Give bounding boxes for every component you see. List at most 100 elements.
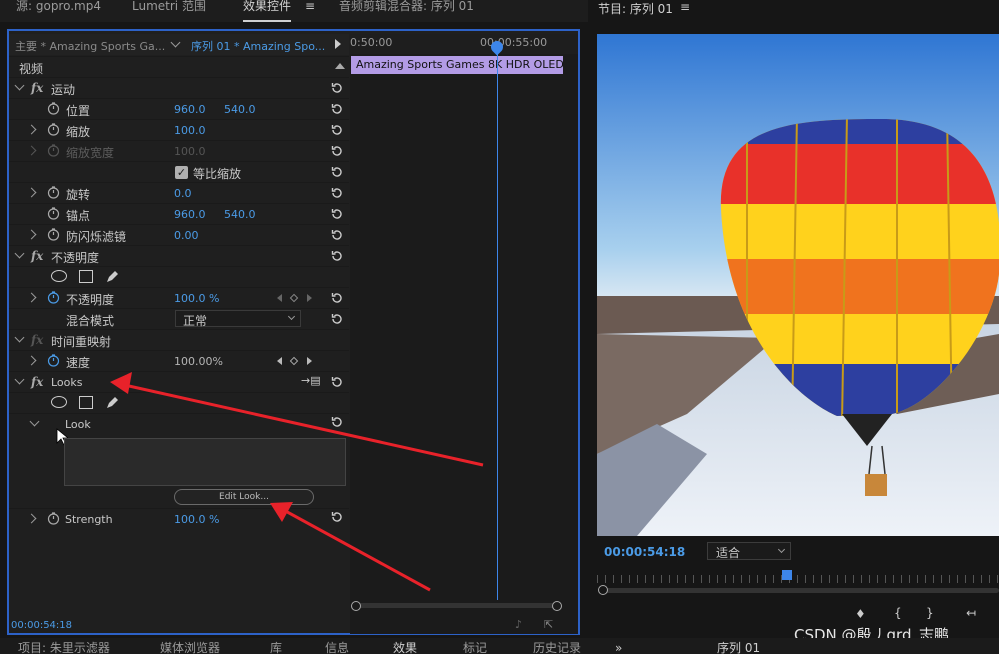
audio-icon[interactable]: ♪	[515, 618, 522, 631]
prev-keyframe-icon[interactable]	[277, 357, 282, 365]
reset-icon[interactable]	[330, 82, 342, 94]
chevron-down-icon[interactable]	[29, 416, 40, 427]
mark-in-icon[interactable]: {	[894, 606, 902, 620]
reset-icon[interactable]	[330, 292, 342, 304]
more-tabs-icon[interactable]: »	[615, 642, 622, 654]
tab-audio-clip-mixer[interactable]: 音频剪辑混合器: 序列 01	[339, 0, 474, 22]
stopwatch-icon[interactable]	[47, 102, 60, 115]
zoom-handle[interactable]	[598, 585, 608, 595]
tab-project[interactable]: 项目: 朱里示滤器	[18, 642, 110, 654]
reset-icon[interactable]	[330, 511, 342, 523]
ellipse-mask-icon[interactable]	[51, 396, 67, 408]
stopwatch-icon[interactable]	[47, 123, 60, 136]
keyframe-icon[interactable]	[289, 293, 299, 303]
chevron-down-icon[interactable]	[14, 332, 25, 343]
chevron-right-icon[interactable]	[26, 124, 37, 135]
rotation-value[interactable]: 0.0	[174, 187, 192, 200]
zoom-handle-left[interactable]	[351, 601, 361, 611]
program-timecode[interactable]: 00:00:54:18	[604, 545, 685, 559]
anchor-x-value[interactable]: 960.0	[174, 208, 206, 221]
position-y-value[interactable]: 540.0	[224, 103, 256, 116]
fit-select[interactable]: 适合	[707, 542, 791, 560]
mark-out-icon[interactable]: }	[926, 606, 934, 620]
flicker-value[interactable]: 0.00	[174, 229, 199, 242]
sequence-clip-label[interactable]: 序列 01 * Amazing Spo...	[191, 38, 325, 54]
checkbox-checked-icon[interactable]: ✓	[175, 166, 188, 179]
reset-icon[interactable]	[330, 416, 342, 428]
program-ruler[interactable]	[597, 575, 999, 583]
rectangle-mask-icon[interactable]	[79, 396, 93, 409]
rectangle-mask-icon[interactable]	[79, 270, 93, 283]
look-preview[interactable]	[64, 438, 346, 486]
chevron-down-icon[interactable]	[170, 37, 181, 48]
tab-effects[interactable]: 效果	[393, 642, 417, 654]
effect-controls-timecode[interactable]: 00:00:54:18	[11, 620, 72, 631]
chevron-right-icon[interactable]	[26, 513, 37, 524]
stopwatch-icon[interactable]	[47, 186, 60, 199]
fx-icon[interactable]: fx	[31, 81, 43, 95]
collapse-up-icon[interactable]	[335, 63, 345, 69]
menu-icon[interactable]: ≡	[305, 0, 315, 22]
chevron-right-icon[interactable]	[26, 355, 37, 366]
marker-icon[interactable]: ♦	[855, 607, 866, 621]
opacity-value[interactable]: 100.0 %	[174, 292, 219, 305]
tab-lumetri-scopes[interactable]: Lumetri 范围	[132, 0, 206, 22]
reset-icon[interactable]	[330, 250, 342, 262]
next-keyframe-icon[interactable]	[307, 357, 312, 365]
scale-value[interactable]: 100.0	[174, 124, 206, 137]
fx-icon[interactable]: fx	[31, 375, 43, 389]
strength-value[interactable]: 100.0 %	[174, 513, 219, 526]
timeline-ruler[interactable]: 0:50:00 00:00:55:00	[350, 34, 578, 54]
playhead[interactable]	[497, 44, 498, 600]
reset-icon[interactable]	[330, 166, 342, 178]
fx-icon[interactable]: fx	[31, 249, 43, 263]
program-playhead[interactable]	[782, 570, 792, 580]
stopwatch-active-icon[interactable]	[47, 354, 60, 367]
reset-icon[interactable]	[330, 313, 342, 325]
zoom-handle-right[interactable]	[552, 601, 562, 611]
tab-markers[interactable]: 标记	[463, 642, 487, 654]
tab-source[interactable]: 源: gopro.mp4	[16, 0, 101, 22]
next-keyframe-icon[interactable]	[307, 294, 312, 302]
timeline-clip[interactable]: Amazing Sports Games 8K HDR OLED 60FPS	[351, 56, 563, 74]
pen-mask-icon[interactable]	[105, 269, 120, 284]
prev-keyframe-icon[interactable]	[277, 294, 282, 302]
tab-library[interactable]: 库	[270, 642, 282, 654]
blend-mode-select[interactable]: 正常	[175, 310, 301, 328]
chevron-down-icon[interactable]	[14, 248, 25, 259]
tab-info[interactable]: 信息	[325, 642, 349, 654]
anchor-y-value[interactable]: 540.0	[224, 208, 256, 221]
menu-icon[interactable]: ≡	[680, 0, 690, 14]
reset-icon[interactable]	[330, 103, 342, 115]
position-x-value[interactable]: 960.0	[174, 103, 206, 116]
chevron-down-icon[interactable]	[14, 80, 25, 91]
go-to-in-icon[interactable]: ↤	[966, 606, 976, 620]
ellipse-mask-icon[interactable]	[51, 270, 67, 282]
tab-sequence[interactable]: 序列 01	[717, 642, 760, 654]
tab-media-browser[interactable]: 媒体浏览器	[160, 642, 220, 654]
chevron-right-icon[interactable]	[26, 187, 37, 198]
program-zoom-scrollbar[interactable]	[600, 588, 999, 593]
reset-icon[interactable]	[330, 229, 342, 241]
reset-icon[interactable]	[330, 124, 342, 136]
stopwatch-icon[interactable]	[47, 512, 60, 525]
chevron-down-icon[interactable]	[14, 374, 25, 385]
reset-icon[interactable]	[330, 145, 342, 157]
reset-icon[interactable]	[330, 187, 342, 199]
chevron-right-icon[interactable]	[26, 229, 37, 240]
reset-icon[interactable]	[330, 208, 342, 220]
stopwatch-active-icon[interactable]	[47, 291, 60, 304]
reset-icon[interactable]	[330, 376, 342, 388]
timeline-zoom-scrollbar[interactable]	[352, 603, 562, 608]
keyframe-icon[interactable]	[289, 356, 299, 366]
tab-effect-controls[interactable]: 效果控件	[243, 0, 292, 22]
speed-value[interactable]: 100.00%	[174, 355, 223, 368]
edit-look-button[interactable]: Edit Look...	[174, 489, 314, 505]
chevron-right-icon[interactable]	[26, 292, 37, 303]
export-icon[interactable]: ⇱	[544, 618, 553, 631]
stopwatch-icon[interactable]	[47, 228, 60, 241]
tab-history[interactable]: 历史记录	[533, 642, 581, 654]
stopwatch-icon[interactable]	[47, 207, 60, 220]
pen-mask-icon[interactable]	[105, 395, 120, 410]
insert-icon[interactable]: →▤	[301, 374, 321, 387]
